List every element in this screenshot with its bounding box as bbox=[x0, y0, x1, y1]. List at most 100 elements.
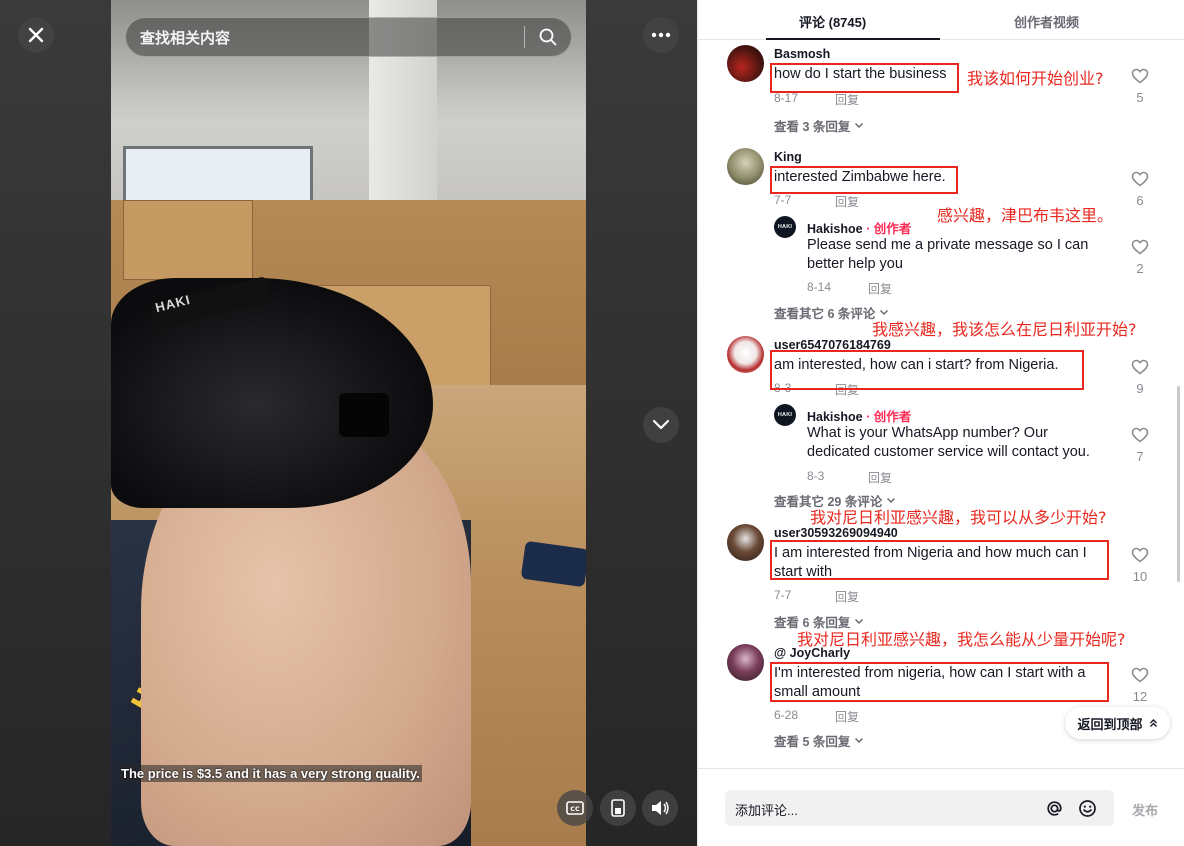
reply-text: What is your WhatsApp number? Our dedica… bbox=[807, 425, 1090, 460]
reply-author[interactable]: Hakishoe · 创作者 bbox=[807, 406, 911, 425]
video-blur-right bbox=[586, 0, 697, 846]
annotation-highlight bbox=[770, 63, 959, 93]
video-player[interactable]: HAKI HAKI HAKI HAKI 查找相关内容 bbox=[0, 0, 697, 846]
annotation-highlight bbox=[770, 166, 958, 194]
comment-input-placeholder: 添加评论... bbox=[735, 803, 798, 818]
reply-button[interactable]: 回复 bbox=[835, 193, 859, 210]
heart-icon bbox=[1131, 667, 1149, 683]
reply-date: 8-14 bbox=[807, 280, 832, 294]
annotation-highlight bbox=[770, 540, 1109, 580]
search-input[interactable]: 查找相关内容 bbox=[140, 27, 524, 48]
volume-button[interactable] bbox=[642, 790, 678, 826]
emoji-button[interactable] bbox=[1075, 796, 1099, 820]
view-replies-button[interactable]: 查看 3 条回复 bbox=[774, 116, 864, 135]
comment-author[interactable]: Basmosh bbox=[774, 47, 830, 61]
view-replies-label: 查看其它 6 条评论 bbox=[774, 307, 876, 321]
tab-creator-videos[interactable]: 创作者视频 bbox=[1014, 12, 1079, 31]
reply-button[interactable]: 回复 bbox=[868, 280, 892, 297]
like-button[interactable]: 12 bbox=[1128, 667, 1152, 704]
heart-icon bbox=[1131, 68, 1149, 84]
comment-author[interactable]: user30593269094940 bbox=[774, 526, 898, 540]
reply-date: 8-3 bbox=[807, 469, 825, 483]
comment-author[interactable]: King bbox=[774, 150, 802, 164]
creator-avatar[interactable]: HAKI bbox=[774, 216, 796, 238]
like-button[interactable]: 9 bbox=[1128, 359, 1152, 396]
comment-date: 8-17 bbox=[774, 91, 799, 105]
reply-author-name[interactable]: Hakishoe bbox=[807, 410, 863, 424]
tab-active-indicator bbox=[766, 38, 940, 40]
captions-button[interactable]: CC bbox=[557, 790, 593, 826]
video-frame[interactable]: HAKI HAKI HAKI HAKI bbox=[111, 0, 586, 846]
heart-icon bbox=[1131, 547, 1149, 563]
reply-author[interactable]: Hakishoe · 创作者 bbox=[807, 218, 911, 237]
annotation-translation: 感兴趣，津巴布韦这里。 bbox=[937, 206, 1114, 225]
emoji-icon bbox=[1078, 799, 1096, 817]
like-count: 6 bbox=[1136, 193, 1144, 208]
like-button[interactable]: 5 bbox=[1128, 68, 1152, 105]
comment-input-bar: 添加评论... 发布 bbox=[698, 768, 1184, 846]
back-to-top-button[interactable]: 返回到顶部 bbox=[1065, 707, 1170, 739]
avatar[interactable] bbox=[727, 45, 764, 82]
heart-icon bbox=[1131, 239, 1149, 255]
comment-input[interactable]: 添加评论... bbox=[725, 790, 1114, 826]
annotation-translation: 我感兴趣，我该怎么在尼日利亚开始? bbox=[872, 320, 1137, 339]
comments-tabs: 评论 (8745) 创作者视频 bbox=[698, 0, 1184, 40]
view-replies-button[interactable]: 查看 5 条回复 bbox=[774, 731, 864, 750]
video-blur-left bbox=[0, 0, 111, 846]
more-dots-icon bbox=[651, 32, 671, 38]
avatar[interactable] bbox=[727, 644, 764, 681]
annotation-translation: 我对尼日利亚感兴趣，我可以从多少开始? bbox=[810, 508, 1107, 527]
reply-button[interactable]: 回复 bbox=[868, 469, 892, 486]
like-button[interactable]: 6 bbox=[1128, 171, 1152, 208]
comment-date: 7-7 bbox=[774, 588, 792, 602]
volume-icon bbox=[652, 801, 669, 815]
search-button[interactable] bbox=[525, 17, 571, 57]
like-button[interactable]: 10 bbox=[1128, 547, 1152, 584]
reply-button[interactable]: 回复 bbox=[835, 708, 859, 725]
scene-bow bbox=[339, 393, 389, 437]
comment-author[interactable]: @ JoyCharly bbox=[774, 646, 850, 660]
close-icon bbox=[28, 27, 44, 43]
more-options-button[interactable] bbox=[643, 17, 679, 53]
tab-comments[interactable]: 评论 (8745) bbox=[799, 12, 866, 31]
like-count: 10 bbox=[1132, 569, 1148, 584]
reply-button[interactable]: 回复 bbox=[835, 588, 859, 605]
close-button[interactable] bbox=[18, 17, 54, 53]
avatar[interactable] bbox=[727, 148, 764, 185]
reply-author-name[interactable]: Hakishoe bbox=[807, 222, 863, 236]
like-count: 9 bbox=[1136, 381, 1144, 396]
avatar[interactable] bbox=[727, 524, 764, 561]
next-video-button[interactable] bbox=[643, 407, 679, 443]
creator-avatar[interactable]: HAKI bbox=[774, 404, 796, 426]
heart-icon bbox=[1131, 171, 1149, 187]
at-mention-icon bbox=[1046, 800, 1062, 816]
back-to-top-label: 返回到顶部 bbox=[1077, 716, 1143, 732]
like-count: 7 bbox=[1136, 449, 1144, 464]
creator-avatar-logo: HAKI bbox=[777, 412, 793, 418]
video-subtitle: The price is $3.5 and it has a very stro… bbox=[119, 765, 422, 782]
chevron-down-icon bbox=[855, 618, 864, 625]
captions-icon: CC bbox=[566, 801, 584, 815]
avatar[interactable] bbox=[727, 336, 764, 373]
comment-date: 7-7 bbox=[774, 193, 792, 207]
chevron-down-icon bbox=[887, 497, 896, 504]
publish-button[interactable]: 发布 bbox=[1132, 800, 1158, 819]
reply-text: Please send me a private message so I ca… bbox=[807, 237, 1089, 272]
creator-badge: · 创作者 bbox=[866, 410, 912, 424]
search-bar[interactable]: 查找相关内容 bbox=[125, 17, 572, 57]
annotation-highlight bbox=[770, 662, 1109, 702]
scene-box bbox=[123, 200, 253, 280]
picture-in-picture-button[interactable] bbox=[600, 790, 636, 826]
chevron-down-icon bbox=[855, 737, 864, 744]
like-button[interactable]: 2 bbox=[1128, 239, 1152, 276]
search-icon bbox=[539, 28, 557, 46]
annotation-highlight bbox=[770, 350, 1084, 390]
mention-button[interactable] bbox=[1042, 796, 1066, 820]
like-count: 5 bbox=[1136, 90, 1144, 105]
creator-avatar-logo: HAKI bbox=[777, 224, 793, 230]
comment-date: 6-28 bbox=[774, 708, 799, 722]
scrollbar[interactable] bbox=[1177, 386, 1180, 582]
like-button[interactable]: 7 bbox=[1128, 427, 1152, 464]
reply-button[interactable]: 回复 bbox=[835, 91, 859, 108]
heart-icon bbox=[1131, 359, 1149, 375]
